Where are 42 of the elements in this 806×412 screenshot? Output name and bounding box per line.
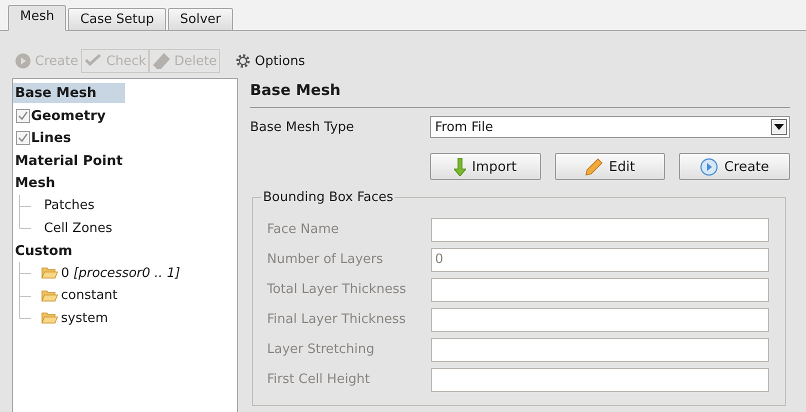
tree-item[interactable]: Patches [41,198,94,214]
tree-item[interactable]: Mesh [13,173,58,194]
folder-icon [41,266,58,280]
field-label: Final Layer Thickness [267,312,407,328]
tree-item[interactable]: system [58,310,108,326]
field-label: Face Name [267,222,340,238]
checkbox[interactable] [16,131,30,146]
field-label: Layer Stretching [267,342,376,358]
action-button[interactable]: Create [679,153,790,180]
tree-item[interactable]: 0 [processor0 .. 1] [58,266,180,281]
tree-item[interactable]: Cell Zones [41,220,112,236]
caret-icon [771,119,787,135]
pencil-icon [584,158,603,176]
checkbox[interactable] [16,108,30,123]
field-label: Total Layer Thickness [267,282,408,298]
field-label: Base Mesh Type [250,120,356,134]
tree-item[interactable]: Base Mesh [13,83,125,104]
tab[interactable]: Case Setup [68,8,166,30]
tree-item[interactable]: constant [58,288,118,304]
dropdown[interactable]: From File [430,116,790,138]
settings-icon [234,53,251,69]
field-label: First Cell Height [267,372,371,388]
down-arrow-icon [454,158,466,176]
folder-icon [41,288,58,303]
tab[interactable]: Mesh [8,5,66,31]
action-button[interactable]: Edit [554,153,666,180]
tree-item[interactable]: Custom [13,240,74,261]
play-icon [15,53,31,69]
folder-icon [41,311,58,326]
tree-item[interactable]: Geometry [30,106,108,126]
section-title: Base Mesh [250,81,790,108]
tab[interactable]: Solver [168,8,233,30]
eraser-icon [152,53,170,69]
action-button[interactable]: Import [430,153,541,180]
tree-connector-icon [19,262,31,285]
tree-item[interactable]: Lines [30,128,74,148]
field-label: Number of Layers [267,252,384,268]
play-icon [700,158,718,176]
group-title: Bounding Box Faces [262,190,394,205]
checkmark-icon [84,54,102,68]
toolbar-button[interactable]: Options [232,49,308,73]
tree-item[interactable]: Material Point [13,150,125,171]
